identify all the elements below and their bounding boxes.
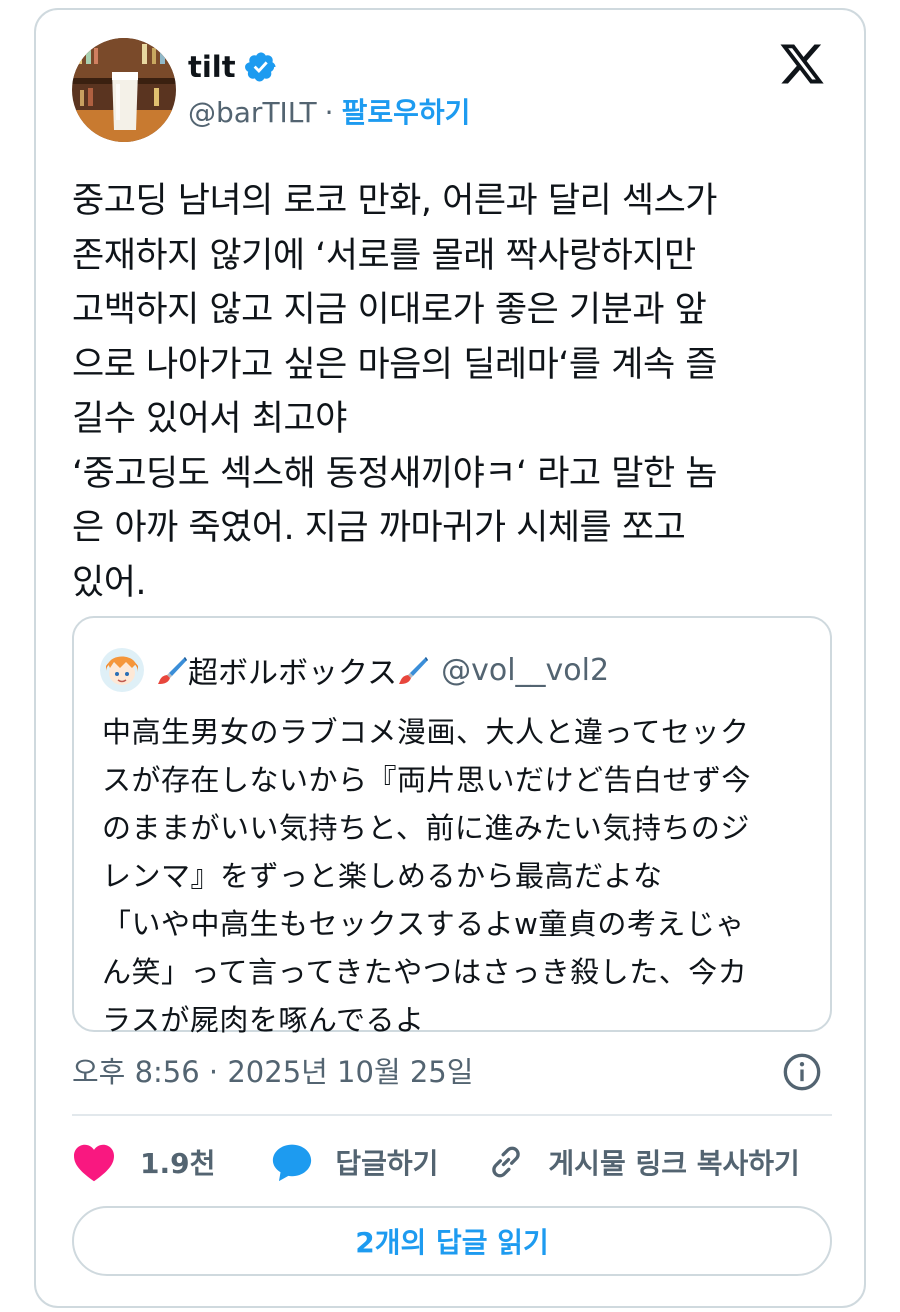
copy-link-label: 게시물 링크 복사하기 [548, 1147, 800, 1180]
heart-icon [74, 1144, 114, 1182]
author-name-row: tilt [188, 50, 278, 84]
action-bar: 1.9천 답글하기 게시물 링크 복사하기 [72, 1132, 842, 1192]
paintbrush-icon [399, 657, 429, 684]
divider [72, 1114, 832, 1116]
quoted-header: 超ボルボックス @vol__vol2 [156, 648, 609, 692]
reply-label: 답글하기 [335, 1147, 439, 1180]
x-logo-icon[interactable] [776, 40, 828, 88]
author-avatar[interactable] [72, 38, 176, 142]
avatar-image [72, 38, 176, 142]
separator-dot: · [324, 96, 334, 129]
quoted-author-avatar [100, 648, 144, 692]
quoted-tweet[interactable]: 超ボルボックス @vol__vol2 中高生男女のラブコメ漫画、大人と違ってセッ… [72, 616, 832, 1037]
tweet-card: tilt @barTILT · 팔로우하기 중고딩 남녀의 로코 만화, 어른과… [34, 8, 866, 1308]
read-replies-button[interactable]: 2개의 답글 읽기 [72, 1206, 832, 1276]
info-icon[interactable] [782, 1052, 822, 1092]
copy-link-button[interactable]: 게시물 링크 복사하기 [486, 1142, 800, 1182]
reply-button[interactable]: 답글하기 [271, 1142, 438, 1182]
speech-bubble-icon [273, 1144, 312, 1182]
paintbrush-icon [158, 657, 187, 684]
link-icon [492, 1146, 521, 1178]
tweet-text: 중고딩 남녀의 로코 만화, 어른과 달리 섹스가 존재하지 않기에 ‘서로를 … [72, 181, 717, 603]
author-handle[interactable]: @barTILT [188, 96, 317, 130]
quoted-tweet-text: 中高生男女のラブコメ漫画、大人と違ってセック スが存在しないから『両片思いだけど… [102, 715, 752, 1037]
like-count: 1.9천 [140, 1147, 216, 1180]
quoted-name-row: 超ボルボックス [156, 648, 429, 692]
quoted-author-name: 超ボルボックス [188, 656, 398, 691]
author-name[interactable]: tilt [188, 50, 236, 84]
verified-badge-icon [244, 52, 276, 82]
read-replies-label: 2개의 답글 읽기 [355, 1226, 549, 1259]
tweet-timestamp[interactable]: 오후 8:56 · 2025년 10월 25일 [72, 1052, 473, 1092]
like-button[interactable]: 1.9천 [72, 1142, 215, 1182]
follow-button[interactable]: 팔로우하기 [342, 96, 471, 130]
quoted-author-handle: @vol__vol2 [441, 652, 610, 688]
handle-row: @barTILT · 팔로우하기 [188, 96, 470, 130]
quoted-avatar-image [100, 648, 144, 692]
